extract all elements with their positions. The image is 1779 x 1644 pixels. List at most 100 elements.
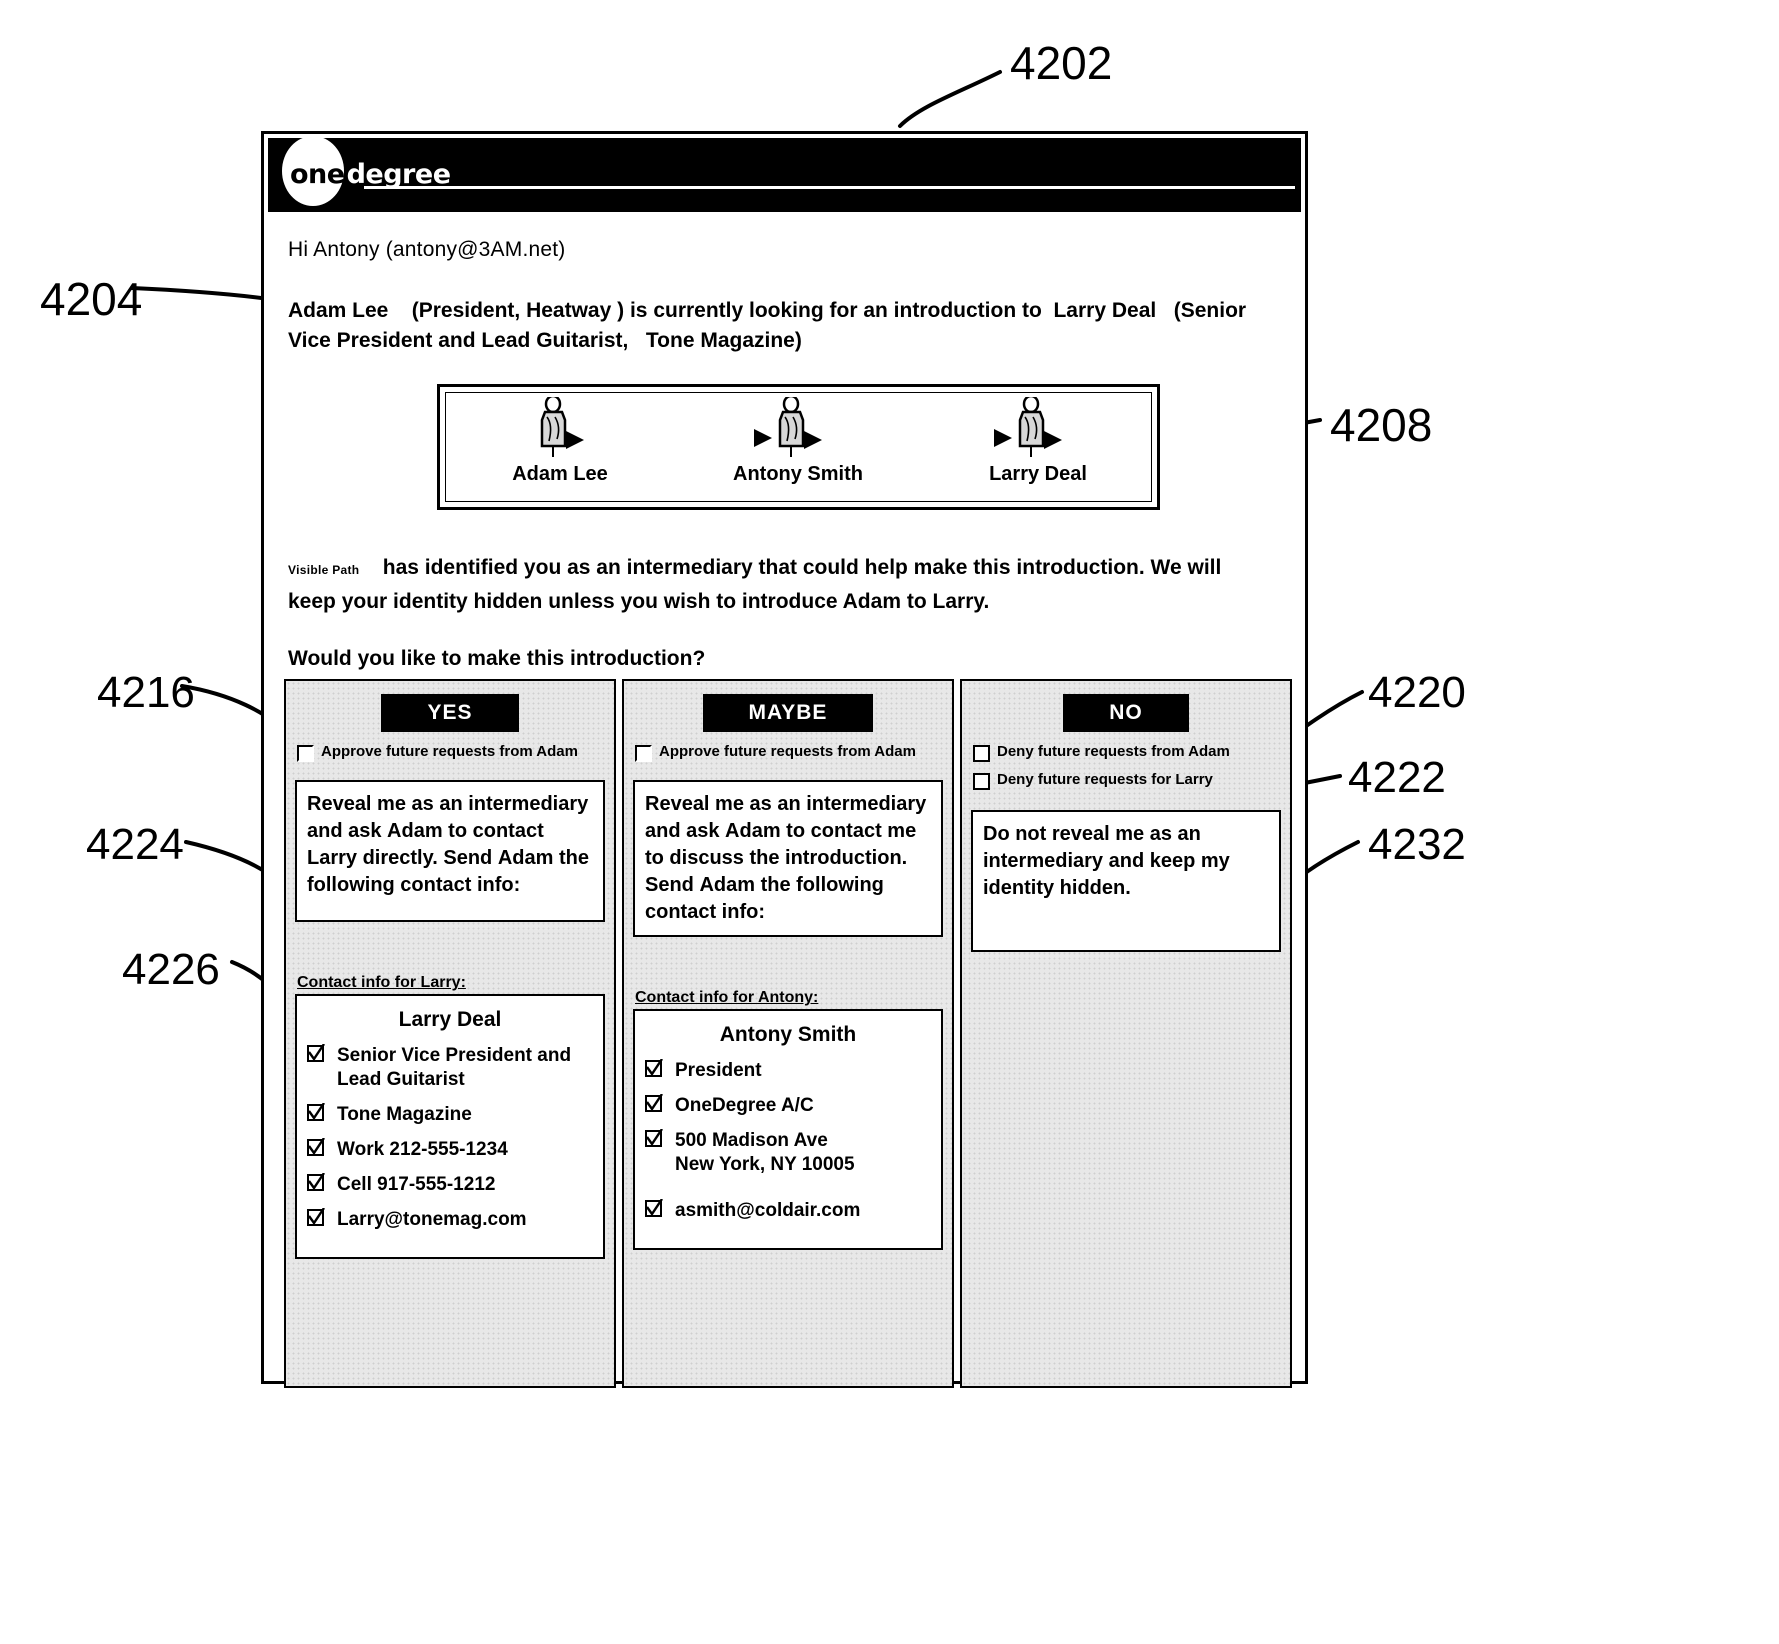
person-figure-icon (992, 394, 1084, 464)
app-window: onedegree Hi Antony (antony@3AM.net) Ada… (261, 131, 1308, 1388)
maybe-button[interactable]: MAYBE (702, 694, 874, 732)
option-column-no[interactable]: NO Deny future requests from Adam Deny f… (960, 679, 1292, 1388)
contact-item-text: OneDegree A/C (675, 1095, 814, 1116)
ref-4216: 4216 (97, 668, 195, 717)
path-node-3[interactable]: Larry Deal (948, 394, 1128, 486)
contact-item[interactable]: asmith@coldair.com (645, 1198, 931, 1223)
ref-4204: 4204 (40, 273, 143, 325)
ref-4226: 4226 (122, 945, 220, 994)
path-node-2-name: Antony Smith (733, 463, 863, 485)
contact-item-text: Tone Magazine (337, 1104, 472, 1125)
path-node-3-name: Larry Deal (989, 463, 1087, 485)
person-figure-icon (752, 394, 844, 464)
maybe-button-row: MAYBE (633, 694, 943, 732)
contact-item[interactable]: 500 Madison Ave New York, NY 10005 (645, 1128, 931, 1177)
path-node-1-name: Adam Lee (512, 463, 608, 485)
deny-for-larry-label: Deny future requests for Larry (997, 771, 1213, 788)
approve-future-requests-yes[interactable]: Approve future requests from Adam (297, 742, 605, 762)
approve-future-requests-maybe-label: Approve future requests from Adam (659, 743, 916, 760)
approve-future-requests-yes-label: Approve future requests from Adam (321, 743, 578, 760)
ref-4202: 4202 (1010, 37, 1113, 89)
contact-item[interactable]: OneDegree A/C (645, 1093, 931, 1118)
approve-future-requests-maybe[interactable]: Approve future requests from Adam (635, 742, 943, 762)
ref-4208: 4208 (1330, 399, 1433, 451)
checked-checkbox-icon[interactable] (307, 1043, 325, 1064)
checkbox-icon[interactable] (297, 745, 314, 762)
ref-4224: 4224 (86, 820, 184, 869)
checked-checkbox-icon[interactable] (307, 1207, 325, 1228)
requester-title: (President, Heatway ) (411, 299, 625, 322)
yes-button-row: YES (295, 694, 605, 732)
checked-checkbox-icon[interactable] (645, 1198, 663, 1219)
ref-4222: 4222 (1348, 753, 1446, 802)
visible-path-paragraph: Visible Path has identified you as an in… (288, 552, 1287, 617)
checked-checkbox-icon[interactable] (307, 1102, 325, 1123)
visible-path-period: . (983, 590, 990, 613)
yes-contact-caption: Contact info for Larry: (297, 974, 466, 991)
option-column-yes[interactable]: YES Approve future requests from Adam Re… (284, 679, 616, 1388)
checkbox-icon[interactable] (973, 745, 990, 762)
checkbox-icon[interactable] (635, 745, 652, 762)
path-node-2-figure-wrap (708, 394, 888, 464)
visible-path-adam: Adam (842, 590, 901, 613)
contact-item-text: President (675, 1060, 762, 1081)
introduction-path-diagram: Adam Lee Antony Smith Larry Deal (437, 384, 1160, 510)
visible-path-brand: Visible Path (288, 563, 360, 577)
visible-path-line2a: keep your identity hidden unless you wis… (288, 590, 838, 613)
maybe-column-filler (633, 1250, 943, 1314)
introduction-summary: Adam Lee (President, Heatway ) is curren… (288, 296, 1287, 356)
contact-item[interactable]: President (645, 1058, 931, 1083)
contact-item-text: Larry@tonemag.com (337, 1209, 527, 1230)
contact-item-text: Senior Vice President and Lead Guitarist (337, 1045, 572, 1090)
path-node-2[interactable]: Antony Smith (708, 394, 888, 486)
contact-item[interactable]: Cell 917-555-1212 (307, 1172, 593, 1197)
visible-path-to: to (906, 590, 927, 613)
deny-future-requests-for-larry[interactable]: Deny future requests for Larry (973, 770, 1281, 790)
yes-column-filler (295, 1259, 605, 1323)
visible-path-line1: has identified you as an intermediary th… (382, 556, 1222, 579)
option-column-maybe[interactable]: MAYBE Approve future requests from Adam … (622, 679, 954, 1388)
no-column-filler (971, 952, 1281, 1372)
path-node-1[interactable]: Adam Lee (470, 394, 650, 486)
visible-path-larry: Larry (932, 590, 984, 613)
summary-middle-text: is currently looking for an introduction… (629, 299, 1042, 322)
contact-item-text: Work 212-555-1234 (337, 1139, 508, 1160)
checked-checkbox-icon[interactable] (307, 1172, 325, 1193)
logo-word-one: one (290, 159, 345, 190)
maybe-contact-box: Antony Smith President OneDegree A/C 500… (633, 1009, 943, 1250)
maybe-statement: Reveal me as an intermediary and ask Ada… (633, 780, 943, 937)
contact-item[interactable]: Senior Vice President and Lead Guitarist (307, 1043, 593, 1092)
target-name: Larry Deal (1053, 299, 1157, 322)
options-columns: YES Approve future requests from Adam Re… (284, 679, 1292, 1388)
checked-checkbox-icon[interactable] (645, 1058, 663, 1079)
app-header: onedegree (268, 136, 1301, 212)
header-divider (364, 186, 1295, 189)
no-statement: Do not reveal me as an intermediary and … (971, 810, 1281, 952)
yes-button[interactable]: YES (381, 694, 519, 732)
ref-4232: 4232 (1368, 820, 1466, 869)
checkbox-icon[interactable] (973, 773, 990, 790)
contact-item[interactable]: Tone Magazine (307, 1102, 593, 1127)
maybe-contact-caption: Contact info for Antony: (635, 989, 819, 1006)
no-button[interactable]: NO (1063, 694, 1189, 732)
path-node-1-figure-wrap (470, 394, 650, 464)
checked-checkbox-icon[interactable] (645, 1128, 663, 1149)
target-company: Tone Magazine) (645, 329, 802, 352)
yes-contact-name: Larry Deal (398, 1008, 502, 1031)
contact-item[interactable]: Larry@tonemag.com (307, 1207, 593, 1232)
app-body: Hi Antony (antony@3AM.net) Adam Lee (Pre… (264, 238, 1305, 1388)
requester-name: Adam Lee (288, 299, 389, 322)
contact-item[interactable]: Work 212-555-1234 (307, 1137, 593, 1162)
ref-4220: 4220 (1368, 668, 1466, 717)
maybe-contact-name: Antony Smith (719, 1023, 857, 1046)
no-button-row: NO (971, 694, 1281, 732)
contact-item-text: asmith@coldair.com (675, 1200, 861, 1221)
deny-future-requests-from-adam[interactable]: Deny future requests from Adam (973, 742, 1281, 762)
introduction-question: Would you like to make this introduction… (288, 647, 706, 670)
yes-statement: Reveal me as an intermediary and ask Ada… (295, 780, 605, 922)
checked-checkbox-icon[interactable] (645, 1093, 663, 1114)
greeting-text: Hi Antony (antony@3AM.net) (288, 238, 566, 261)
person-figure-icon (525, 394, 595, 464)
checked-checkbox-icon[interactable] (307, 1137, 325, 1158)
contact-item-text: 500 Madison Ave New York, NY 10005 (675, 1130, 855, 1175)
